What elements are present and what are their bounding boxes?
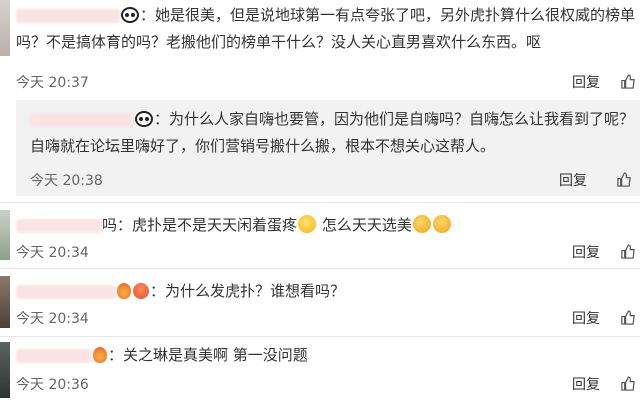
avatar[interactable]	[0, 0, 10, 56]
username[interactable]	[16, 348, 92, 363]
thumbs-up-icon[interactable]	[620, 244, 635, 259]
avatar[interactable]	[0, 276, 10, 328]
divider	[0, 268, 640, 269]
user-badge-icon	[93, 347, 107, 363]
reply-button[interactable]: 回复	[572, 242, 600, 262]
username-tail[interactable]: 吗	[102, 216, 117, 234]
reply-text-continued: 自嗨就在论坛里嗨好了，你们营销号搬什么搬，根本不想关心这帮人。	[30, 137, 496, 155]
user-badge-icon	[117, 283, 131, 299]
username[interactable]	[30, 112, 134, 127]
heart-eyes-emoji-icon	[412, 215, 431, 233]
comment-time: 今天 20:37	[16, 75, 89, 91]
divider	[0, 336, 640, 337]
nested-reply: ：为什么人家自嗨也要管，因为他们是自嗨吗？自嗨怎么让我看到了呢？ 自嗨就在论坛里…	[16, 100, 640, 196]
sweat-emoji-icon	[298, 215, 317, 233]
reply-button[interactable]: 回复	[572, 72, 600, 92]
reply-button[interactable]: 回复	[572, 308, 600, 328]
divider	[0, 202, 640, 203]
comment-text: 吗：虎扑是不是天天闲着蛋疼 怎么天天选美	[16, 212, 452, 239]
panda-emoji-icon	[121, 7, 139, 23]
reply-text: ：为什么人家自嗨也要管，因为他们是自嗨吗？自嗨怎么让我看到了呢？	[30, 106, 634, 133]
avatar[interactable]	[0, 210, 10, 260]
comment-text-continued: 吗？不是搞体育的吗？老搬他们的榜单干什么？没人关心直男喜欢什么东西。呕	[16, 33, 542, 51]
comment-text: ：为什么发虎扑？谁想看吗？	[16, 278, 345, 305]
comment-text: ：关之琳是真美啊 第一没问题	[16, 342, 308, 369]
username[interactable]	[16, 218, 102, 233]
username[interactable]	[16, 284, 116, 299]
comment-time: 今天 20:34	[16, 311, 89, 327]
avatar[interactable]	[0, 342, 10, 398]
reply-button[interactable]: 回复	[572, 374, 600, 394]
reply-button[interactable]: 回复	[559, 170, 587, 190]
comment-time: 今天 20:36	[16, 377, 89, 393]
thumbs-up-icon[interactable]	[616, 172, 631, 187]
thumbs-up-icon[interactable]	[620, 310, 635, 325]
reply-time: 今天 20:38	[30, 173, 103, 189]
panda-emoji-icon	[135, 111, 153, 127]
user-badge-icon	[133, 283, 149, 299]
thumbs-up-icon[interactable]	[620, 74, 635, 89]
comment-time: 今天 20:34	[16, 245, 89, 261]
comment-text: ：她是很美，但是说地球第一有点夸张了吧，另外虎扑算什么很权威的榜单	[16, 2, 635, 29]
thumbs-up-icon[interactable]	[620, 376, 635, 391]
heart-eyes-emoji-icon	[432, 215, 451, 233]
username[interactable]	[16, 8, 120, 23]
